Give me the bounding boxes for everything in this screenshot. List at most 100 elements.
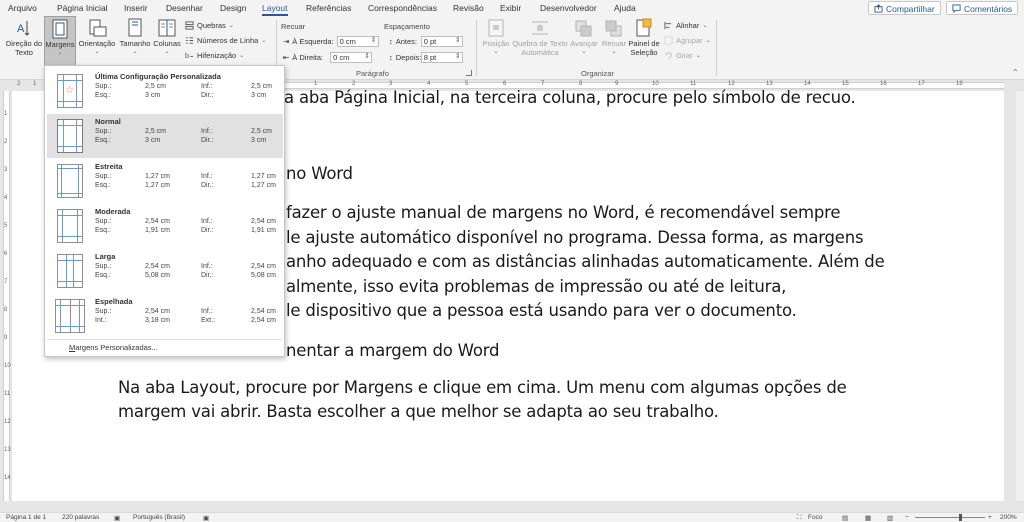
web-layout-icon[interactable]: ▥ — [887, 514, 893, 522]
page-count[interactable]: Página 1 de 1 — [6, 514, 46, 521]
comment-icon — [952, 4, 961, 13]
indent-title: Recuar — [281, 22, 306, 31]
margin-preset-moderate[interactable]: Moderada Sup.: 2,54 cm Inf.: 2,54 cm Esq… — [47, 204, 283, 248]
margin-preset-narrow[interactable]: Estreita Sup.: 1,27 cm Inf.: 1,27 cm Esq… — [47, 159, 283, 203]
group-separator — [716, 20, 717, 76]
spacing-after-field[interactable]: 8 pt — [420, 52, 463, 63]
send-backward-button[interactable]: Recuar ⌄ — [600, 18, 628, 57]
margins-icon — [52, 19, 68, 39]
tab-arquivo[interactable]: Arquivo — [8, 3, 37, 13]
spacing-before-row: ↕ Antes: 0 pt — [389, 36, 463, 47]
columns-icon — [158, 19, 176, 37]
chevron-down-icon: ⌄ — [94, 49, 100, 55]
margin-preview-icon — [55, 299, 85, 333]
comments-button[interactable]: Comentários — [946, 1, 1019, 15]
paragraph-group-label: Parágrafo — [356, 69, 389, 78]
indent-left-row: ⇥ À Esquerda: 0 cm — [283, 36, 379, 47]
text-direction-button[interactable]: A Direção do Texto — [4, 18, 44, 57]
focus-icon[interactable]: ⛶ — [797, 514, 802, 522]
tab-correspondencias[interactable]: Correspondências — [368, 3, 437, 13]
hyphenation-icon: b — [185, 51, 194, 60]
share-label: Compartilhar — [886, 3, 935, 14]
text-direction-icon: A — [17, 21, 30, 36]
vertical-ruler[interactable]: 1 2 3 4 5 6 7 8 9 10 11 12 13 14 — [0, 91, 12, 501]
tab-desenhar[interactable]: Desenhar — [166, 3, 203, 13]
indent-right-row: ⇤ À Direita: 0 cm — [283, 52, 373, 63]
group-button[interactable]: Agrupar ⌄ — [664, 36, 711, 45]
vertical-scrollbar[interactable] — [1016, 91, 1024, 501]
document-line: le ajuste automático disponível no progr… — [286, 228, 864, 247]
margin-preset-normal[interactable]: Normal Sup.: 2,5 cm Inf.: 2,5 cm Esq.: 3… — [47, 114, 283, 158]
hyphenation-button[interactable]: b Hifenização ⌄ — [185, 51, 244, 60]
focus-mode-button[interactable]: Foco — [808, 514, 822, 521]
align-button[interactable]: Alinhar ⌄ — [664, 21, 707, 30]
bring-forward-button[interactable]: Avançar ⌄ — [568, 18, 600, 57]
wrap-text-button[interactable]: Quebra de Texto Automática — [512, 18, 568, 57]
zoom-slider-thumb[interactable] — [959, 514, 962, 521]
comments-label: Comentários — [964, 3, 1013, 14]
language-status[interactable]: Português (Brasil) — [133, 514, 185, 521]
document-line: le dispositivo que a pessoa está usando … — [286, 301, 797, 320]
breaks-button[interactable]: Quebras ⌄ — [185, 21, 234, 30]
margin-preview-icon — [57, 254, 83, 288]
spacing-before-field[interactable]: 0 pt — [420, 36, 463, 47]
margin-preset-last-custom[interactable]: ☆ Última Configuração Personalizada Sup.… — [47, 69, 283, 113]
chevron-down-icon: ⌄ — [164, 49, 170, 55]
tab-desenvolvedor[interactable]: Desenvolvedor — [540, 3, 597, 13]
tab-ajuda[interactable]: Ajuda — [614, 3, 636, 13]
margins-dropdown-menu: ☆ Última Configuração Personalizada Sup.… — [44, 65, 285, 357]
margin-preview-icon: ☆ — [57, 74, 83, 108]
rotate-button[interactable]: Girar ⌄ — [664, 51, 701, 60]
line-numbers-button[interactable]: Números de Linha ⌄ — [185, 36, 266, 45]
bring-forward-icon — [575, 20, 592, 37]
share-button[interactable]: Compartilhar — [868, 1, 941, 15]
position-button[interactable]: Posição ⌄ — [480, 18, 512, 57]
paragraph-dialog-launcher-icon[interactable] — [466, 70, 472, 76]
indent-left-field[interactable]: 0 cm — [336, 36, 379, 47]
spacing-after-icon: ↕ — [389, 53, 393, 62]
spacing-title: Espaçamento — [384, 22, 430, 31]
tab-layout[interactable]: Layout — [262, 3, 288, 16]
tab-pagina-inicial[interactable]: Página Inicial — [57, 3, 108, 13]
read-mode-icon[interactable]: ▤ — [842, 514, 848, 522]
breaks-icon — [185, 21, 194, 30]
accessibility-icon[interactable]: ▣ — [203, 514, 209, 522]
zoom-slider[interactable] — [915, 517, 985, 518]
arrange-group-label: Organizar — [581, 69, 614, 78]
status-bar: Página 1 de 1 220 palavras ▣ Português (… — [0, 512, 1024, 522]
document-line: almente, isso evita problemas de impress… — [286, 277, 787, 296]
margins-button[interactable]: Margens ⌄ — [44, 16, 76, 66]
zoom-in-icon[interactable]: + — [988, 514, 992, 521]
orientation-button[interactable]: Orientação ⌄ — [77, 18, 117, 57]
spacing-after-row: ↕ Depois: 8 pt — [389, 52, 463, 63]
indent-right-icon: ⇤ — [283, 53, 290, 62]
wrap-text-icon — [532, 21, 548, 35]
line-numbers-icon — [185, 37, 194, 44]
zoom-level[interactable]: 200% — [1000, 514, 1017, 521]
selection-pane-button[interactable]: Painel de Seleção — [627, 18, 661, 57]
collapse-ribbon-icon[interactable]: ⌃ — [1012, 68, 1019, 77]
send-backward-icon — [605, 20, 622, 37]
tab-revisao[interactable]: Revisão — [453, 3, 484, 13]
spacing-before-icon: ↕ — [389, 37, 393, 46]
word-count[interactable]: 220 palavras — [62, 514, 99, 521]
print-layout-icon[interactable]: ▦ — [865, 514, 871, 522]
tab-design[interactable]: Design — [220, 3, 246, 13]
align-icon — [664, 21, 672, 30]
size-button[interactable]: Tamanho ⌄ — [118, 18, 152, 57]
menu-bar: Arquivo Página Inicial Inserir Desenhar … — [0, 0, 1024, 16]
proofing-icon[interactable]: ▣ — [114, 514, 120, 522]
indent-left-icon: ⇥ — [283, 37, 290, 46]
document-line: fazer o ajuste manual de margens no Word… — [286, 203, 841, 222]
indent-right-field[interactable]: 0 cm — [330, 52, 373, 63]
tab-exibir[interactable]: Exibir — [500, 3, 521, 13]
zoom-out-icon[interactable]: − — [905, 514, 909, 521]
custom-margins-menu-item[interactable]: Margens Personalizadas... — [69, 343, 158, 352]
document-line: Na aba Layout, procure por Margens e cli… — [118, 378, 847, 397]
margin-preset-mirrored[interactable]: Espelhada Sup.: 2,54 cm Inf.: 2,54 cm In… — [47, 294, 283, 338]
tab-referencias[interactable]: Referências — [306, 3, 351, 13]
columns-button[interactable]: Colunas ⌄ — [152, 18, 182, 57]
tab-inserir[interactable]: Inserir — [124, 3, 148, 13]
star-icon: ☆ — [65, 85, 74, 96]
margin-preset-wide[interactable]: Larga Sup.: 2,54 cm Inf.: 2,54 cm Esq.: … — [47, 249, 283, 293]
